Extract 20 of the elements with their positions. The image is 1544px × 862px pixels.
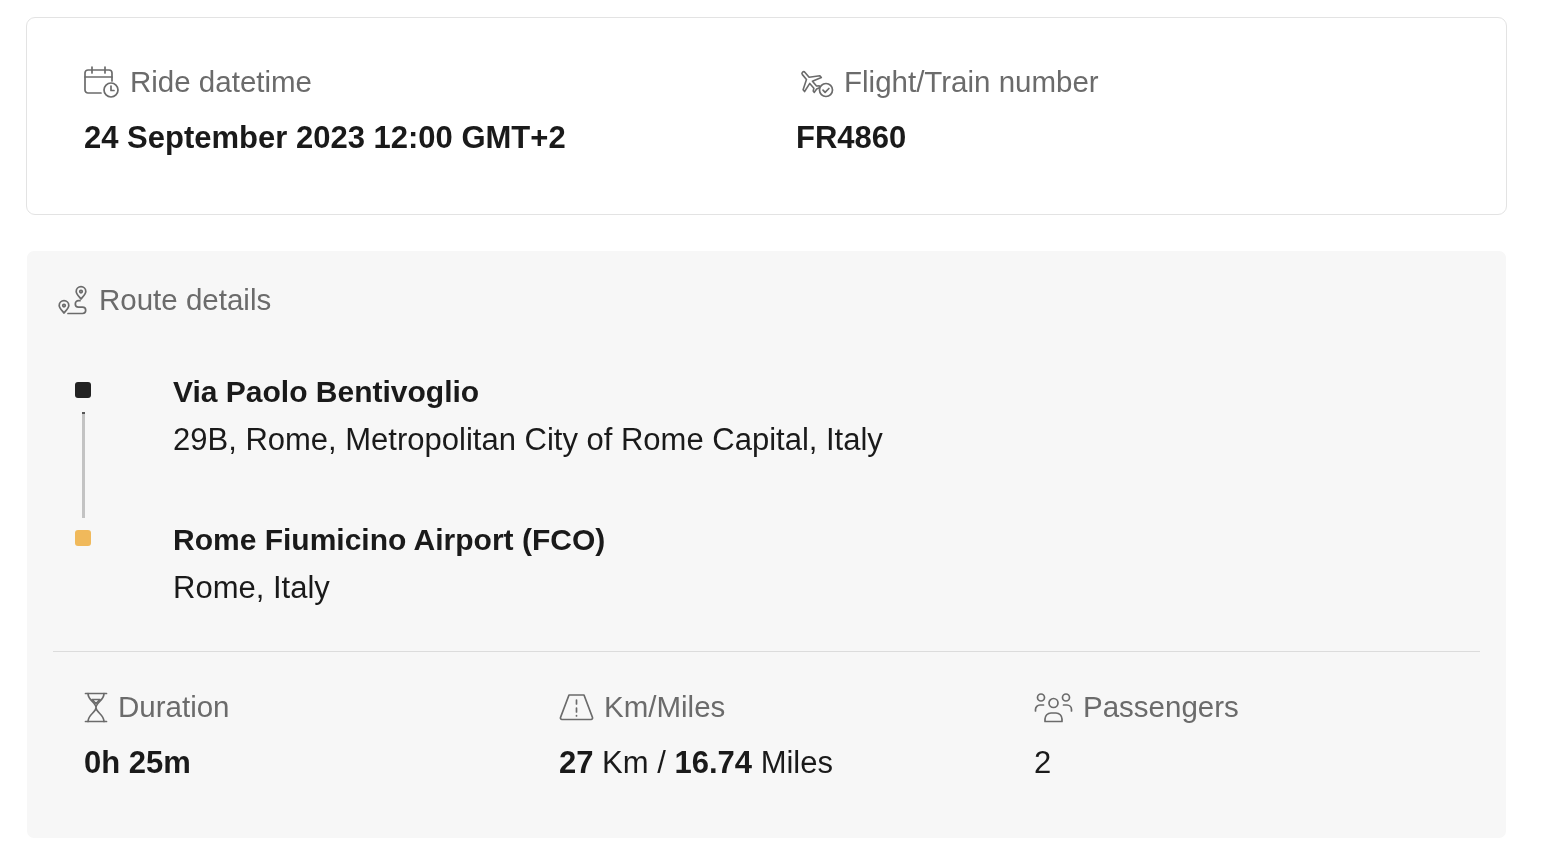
stop-name: Via Paolo Bentivoglio bbox=[173, 374, 480, 410]
road-icon bbox=[559, 693, 594, 721]
hourglass-icon bbox=[84, 691, 108, 723]
field-label: Passengers bbox=[1083, 691, 1239, 723]
stop-name: Rome Fiumicino Airport (FCO) bbox=[173, 522, 606, 558]
field-label: Km/Miles bbox=[604, 691, 726, 723]
stat-value: 2 bbox=[1034, 745, 1052, 781]
field-value: FR4860 bbox=[796, 120, 907, 156]
stat-value: 27 Km / 16.74 Miles bbox=[559, 745, 833, 781]
route-icon bbox=[57, 285, 89, 315]
stop-address: Rome, Italy bbox=[173, 570, 330, 606]
section-title: Route details bbox=[99, 284, 272, 316]
field-value: 24 September 2023 12:00 GMT+2 bbox=[84, 120, 566, 156]
stop-address: 29B, Rome, Metropolitan City of Rome Capital, Italy bbox=[173, 422, 883, 458]
field-label: Duration bbox=[118, 691, 230, 723]
people-icon bbox=[1034, 691, 1073, 723]
stat-value: 0h 25m bbox=[84, 745, 191, 781]
calendar-clock-icon bbox=[84, 66, 120, 98]
field-label: Ride datetime bbox=[130, 66, 312, 98]
field-label: Flight/Train number bbox=[844, 66, 1099, 98]
